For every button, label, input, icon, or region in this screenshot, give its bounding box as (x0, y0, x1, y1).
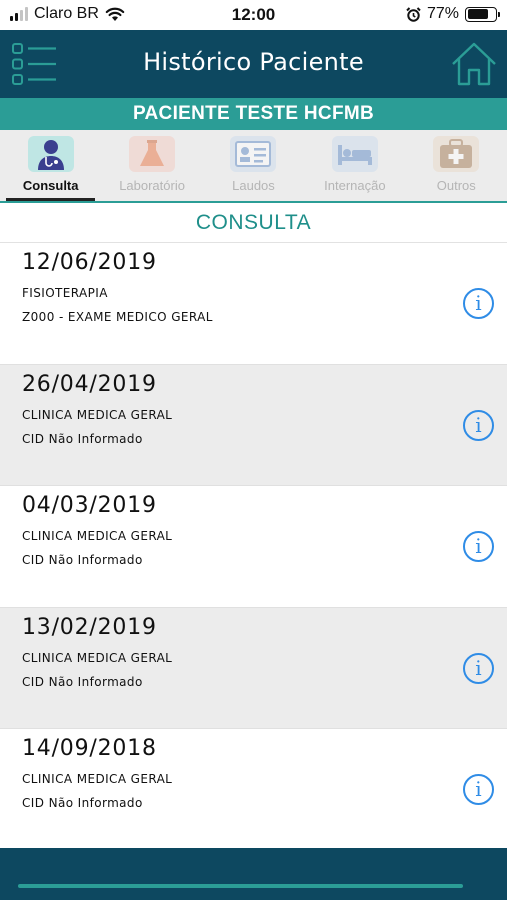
consultation-cid: Z000 - EXAME MEDICO GERAL (22, 310, 213, 324)
home-indicator[interactable] (18, 884, 463, 888)
list-item[interactable]: 12/06/2019 FISIOTERAPIA Z000 - EXAME MED… (0, 243, 507, 365)
consultation-specialty: FISIOTERAPIA (22, 286, 108, 300)
consultation-cid: CID Não Informado (22, 674, 143, 689)
status-bar: Claro BR 12:00 77% (0, 0, 507, 30)
home-button[interactable] (451, 42, 497, 86)
app-header: Histórico Paciente (0, 30, 507, 98)
consultation-cid: CID Não Informado (22, 431, 143, 446)
battery-icon (465, 6, 500, 22)
consultation-date: 04/03/2019 (22, 493, 157, 518)
tab-outros[interactable]: Outros (406, 130, 507, 201)
tab-laudos[interactable]: Laudos (203, 130, 304, 201)
doctor-icon (27, 136, 74, 172)
consultation-list: 12/06/2019 FISIOTERAPIA Z000 - EXAME MED… (0, 243, 507, 851)
tab-label: Laboratório (119, 178, 185, 193)
consultation-specialty: CLINICA MEDICA GERAL (22, 529, 173, 543)
battery-percent: 77% (426, 5, 459, 22)
home-icon (452, 42, 496, 86)
list-item[interactable]: 13/02/2019 CLINICA MEDICA GERAL CID Não … (0, 607, 507, 729)
list-item[interactable]: 26/04/2019 CLINICA MEDICA GERAL CID Não … (0, 364, 507, 486)
consultation-specialty: CLINICA MEDICA GERAL (22, 650, 173, 665)
consultation-cid: CID Não Informado (22, 553, 143, 567)
page-title: Histórico Paciente (143, 48, 364, 76)
info-icon[interactable]: i (463, 531, 494, 562)
tab-label: Laudos (232, 178, 275, 193)
consultation-date: 14/09/2018 (22, 736, 157, 761)
category-tabs: Consulta Laboratório Laudos Internação O… (0, 130, 507, 203)
list-item[interactable]: 14/09/2018 CLINICA MEDICA GERAL CID Não … (0, 729, 507, 851)
bottom-bar (0, 848, 507, 900)
tab-consulta[interactable]: Consulta (0, 130, 101, 201)
hospital-bed-icon (331, 136, 378, 172)
consultation-cid: CID Não Informado (22, 796, 143, 810)
tab-internacao[interactable]: Internação (304, 130, 405, 201)
section-title: CONSULTA (0, 203, 507, 243)
info-icon[interactable]: i (463, 288, 494, 319)
list-item[interactable]: 04/03/2019 CLINICA MEDICA GERAL CID Não … (0, 486, 507, 608)
medical-kit-icon (433, 136, 480, 172)
info-icon[interactable]: i (463, 652, 494, 684)
tab-label: Outros (436, 178, 476, 193)
status-right: 77% (406, 5, 500, 23)
info-icon[interactable]: i (463, 409, 494, 441)
consultation-date: 26/04/2019 (22, 371, 157, 397)
consultation-specialty: CLINICA MEDICA GERAL (22, 772, 173, 786)
consultation-date: 12/06/2019 (22, 250, 157, 275)
tab-laboratorio[interactable]: Laboratório (101, 130, 202, 201)
tab-label: Internação (324, 178, 386, 193)
flask-icon (129, 136, 176, 172)
consultation-date: 13/02/2019 (22, 614, 157, 640)
tab-label: Consulta (22, 178, 79, 193)
patient-name-bar: PACIENTE TESTE HCFMB (0, 98, 507, 130)
alarm-icon (406, 6, 421, 22)
report-card-icon (230, 136, 277, 172)
info-icon[interactable]: i (463, 774, 494, 805)
consultation-specialty: CLINICA MEDICA GERAL (22, 407, 173, 422)
